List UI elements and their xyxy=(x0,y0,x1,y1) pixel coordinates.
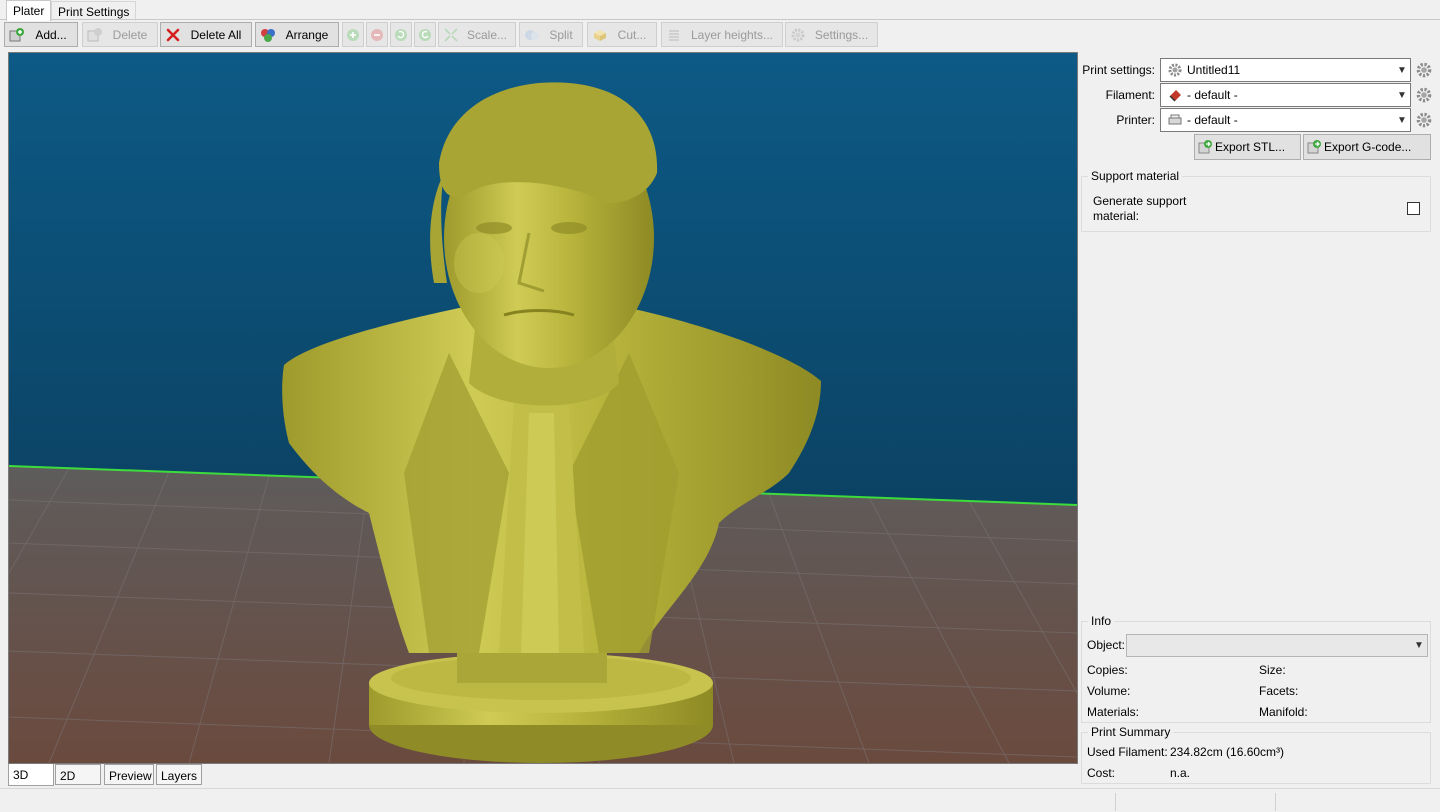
cut-button[interactable]: Cut... xyxy=(587,22,657,47)
scale-button[interactable]: Scale... xyxy=(438,22,516,47)
printer-combo[interactable]: - default - ▼ xyxy=(1160,108,1411,132)
tab-preview[interactable]: Preview xyxy=(104,764,154,785)
plater-toolbar: Add... Delete Delete All Arrange Scale..… xyxy=(4,22,884,47)
filament-combo[interactable]: - default - ▼ xyxy=(1160,83,1411,107)
export-stl-icon xyxy=(1198,140,1212,154)
print-gear-icon xyxy=(1168,63,1182,77)
add-object-icon xyxy=(9,27,24,41)
tab-layers[interactable]: Layers xyxy=(156,764,202,785)
cut-button-label: Cut... xyxy=(617,27,647,42)
layer-heights-button-label: Layer heights... xyxy=(690,27,774,42)
used-filament-value: 234.82cm (16.60cm³) xyxy=(1170,745,1285,759)
print-settings-combo[interactable]: Untitled11 ▼ xyxy=(1160,58,1411,82)
volume-label: Volume: xyxy=(1087,684,1131,698)
filament-gear-icon[interactable] xyxy=(1415,86,1433,104)
print-summary-title: Print Summary xyxy=(1088,725,1174,739)
add-button[interactable]: Add... xyxy=(4,22,78,47)
rotate-ccw-button[interactable] xyxy=(390,22,412,47)
tab-plater[interactable]: Plater xyxy=(6,0,52,21)
decrease-copies-button[interactable] xyxy=(366,22,388,47)
print-settings-gear-icon[interactable] xyxy=(1415,61,1433,79)
settings-button-label: Settings... xyxy=(814,27,869,42)
add-button-label: Add... xyxy=(35,27,67,42)
export-gcode-button[interactable]: Export G-code... xyxy=(1303,134,1431,160)
status-bar xyxy=(0,788,1440,812)
used-filament-label: Used Filament: xyxy=(1087,745,1168,759)
delete-all-button-label: Delete All xyxy=(190,27,242,42)
split-icon xyxy=(525,29,539,40)
main-tabbar: Plater Print Settings xyxy=(0,0,1440,21)
printer-icon xyxy=(1168,114,1182,125)
scale-icon xyxy=(444,27,458,42)
delete-object-icon xyxy=(87,27,102,41)
copies-label: Copies: xyxy=(1087,663,1128,677)
support-material-group: Support material Generate support materi… xyxy=(1081,169,1431,232)
chevron-down-icon: ▼ xyxy=(1397,64,1407,76)
arrange-button-label: Arrange xyxy=(285,27,329,42)
chevron-down-icon: ▼ xyxy=(1414,640,1424,651)
manifold-label: Manifold: xyxy=(1259,705,1308,719)
layers-icon xyxy=(669,29,679,41)
tab-3d[interactable]: 3D xyxy=(8,764,54,786)
split-button-label: Split xyxy=(549,27,573,42)
export-gcode-icon xyxy=(1307,140,1321,154)
gear-icon xyxy=(791,28,805,41)
tab-print-settings[interactable]: Print Settings xyxy=(51,1,137,21)
scale-button-label: Scale... xyxy=(466,27,508,42)
object-select[interactable]: ▼ xyxy=(1126,634,1428,657)
generate-support-label-line2: material: xyxy=(1093,209,1140,223)
delete-button[interactable]: Delete xyxy=(82,22,158,47)
status-separator xyxy=(1275,793,1276,811)
printer-label: Printer: xyxy=(1116,113,1155,127)
support-material-title: Support material xyxy=(1088,169,1183,183)
rotate-left-icon xyxy=(395,28,407,41)
info-title: Info xyxy=(1088,614,1115,628)
facets-label: Facets: xyxy=(1259,684,1299,698)
cost-value: n.a. xyxy=(1170,766,1191,780)
plus-icon xyxy=(347,28,359,41)
info-group: Info Object: ▼ Copies: Volume: Materials… xyxy=(1081,614,1431,723)
materials-label: Materials: xyxy=(1087,705,1140,719)
right-panel: Print settings: Untitled11 ▼ Filament: -… xyxy=(1081,52,1440,788)
delete-all-button[interactable]: Delete All xyxy=(160,22,252,47)
split-button[interactable]: Split xyxy=(519,22,583,47)
generate-support-label-line1: Generate support xyxy=(1093,194,1187,208)
export-gcode-label: Export G-code... xyxy=(1324,140,1412,154)
chevron-down-icon: ▼ xyxy=(1397,89,1407,101)
rotate-cw-button[interactable] xyxy=(414,22,436,47)
size-label: Size: xyxy=(1259,663,1286,677)
object-label: Object: xyxy=(1087,638,1126,652)
settings-button[interactable]: Settings... xyxy=(785,22,878,47)
filament-spool-icon xyxy=(1169,90,1181,102)
filament-label: Filament: xyxy=(1105,88,1155,102)
printer-gear-icon[interactable] xyxy=(1415,111,1433,129)
status-separator xyxy=(1115,793,1116,811)
cut-icon xyxy=(594,29,606,41)
filament-value: - default - xyxy=(1187,88,1238,102)
tab-2d[interactable]: 2D xyxy=(55,764,101,785)
export-stl-button[interactable]: Export STL... xyxy=(1194,134,1301,160)
increase-copies-button[interactable] xyxy=(342,22,364,47)
print-summary-group: Print Summary Used Filament: 234.82cm (1… xyxy=(1081,725,1431,784)
export-stl-label: Export STL... xyxy=(1215,140,1286,154)
minus-icon xyxy=(371,28,383,41)
print-settings-value: Untitled11 xyxy=(1187,63,1241,77)
delete-button-label: Delete xyxy=(112,27,148,42)
print-settings-label: Print settings: xyxy=(1082,63,1155,77)
chevron-down-icon: ▼ xyxy=(1397,114,1407,126)
3d-scene[interactable] xyxy=(9,53,1077,763)
red-x-icon xyxy=(166,28,180,41)
cost-label: Cost: xyxy=(1087,766,1116,780)
3d-viewport[interactable] xyxy=(8,52,1078,764)
rotate-right-icon xyxy=(419,28,431,41)
arrange-icon xyxy=(261,28,275,42)
generate-support-checkbox[interactable] xyxy=(1407,202,1420,215)
layer-heights-button[interactable]: Layer heights... xyxy=(661,22,783,47)
arrange-button[interactable]: Arrange xyxy=(255,22,339,47)
printer-value: - default - xyxy=(1187,113,1238,127)
